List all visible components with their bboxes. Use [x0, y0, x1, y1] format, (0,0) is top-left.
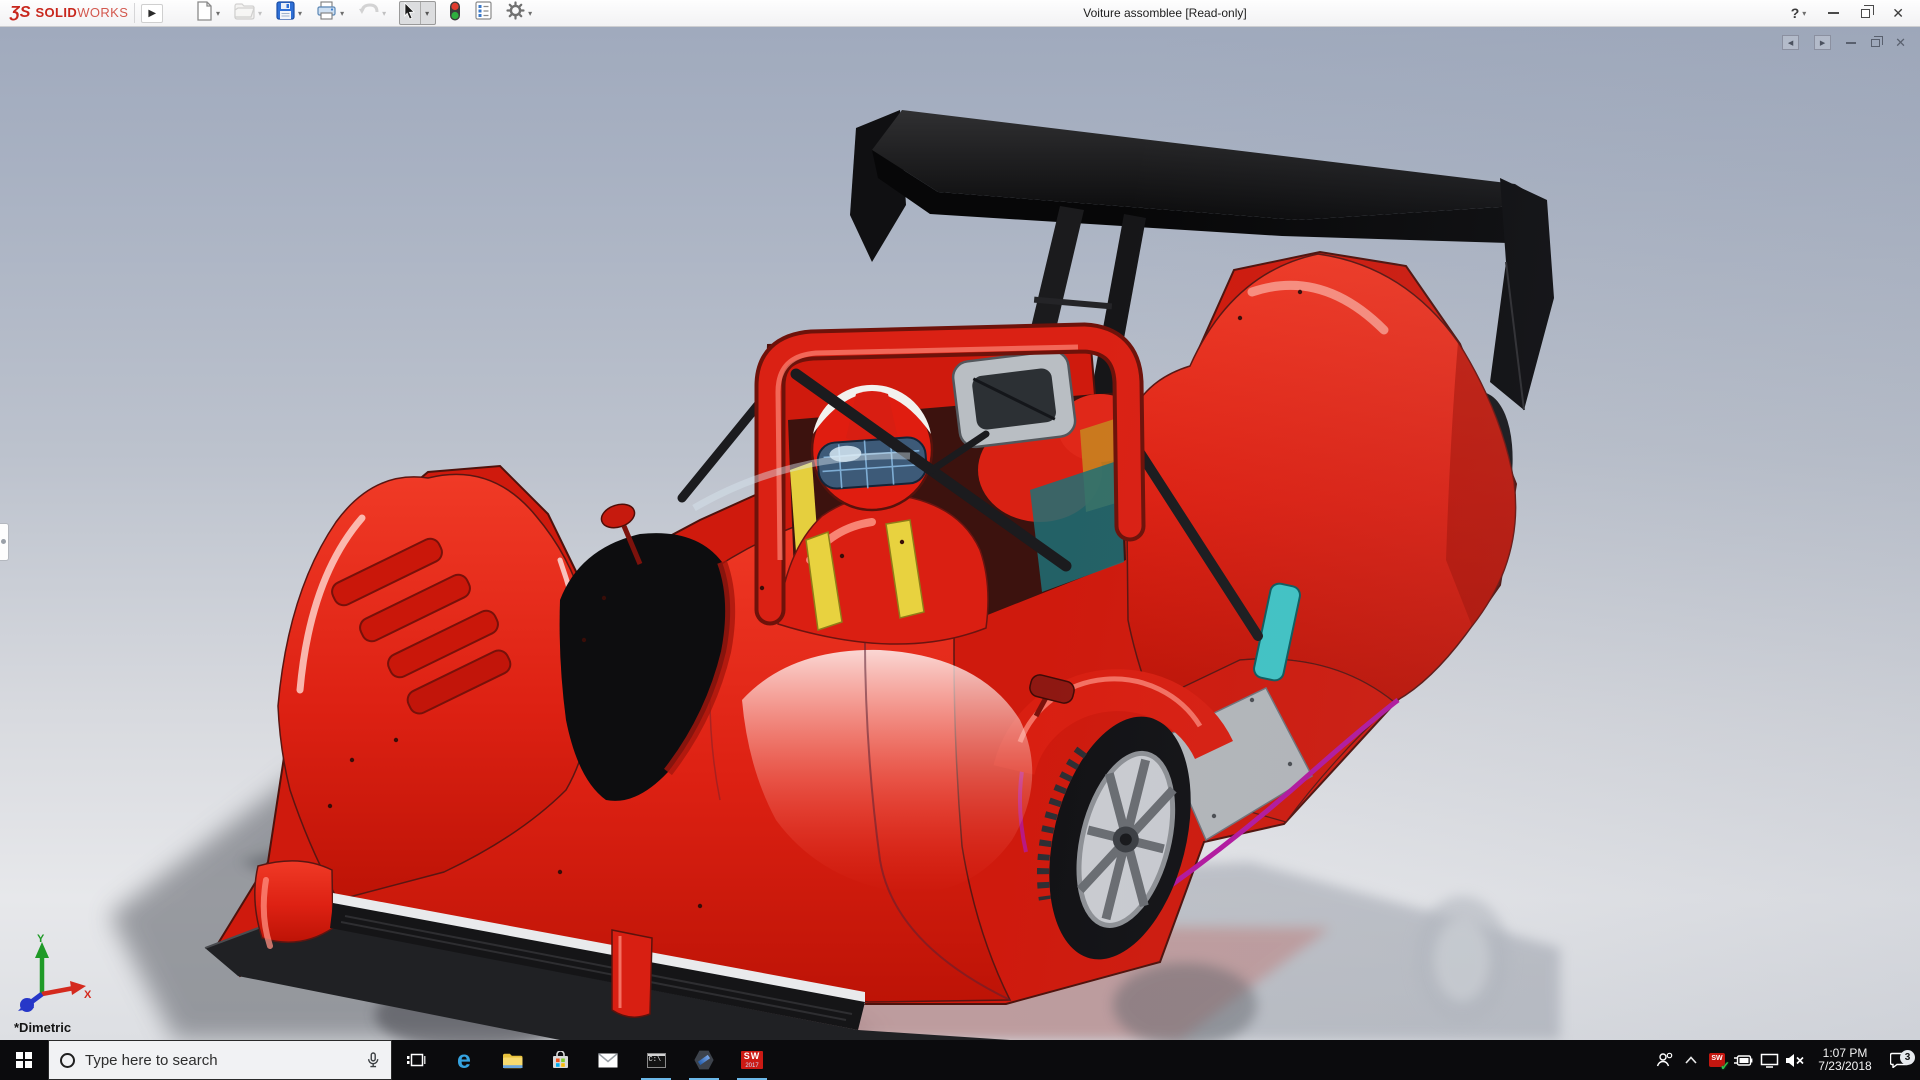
taskbar-item-command-prompt[interactable]: C:\	[632, 1040, 680, 1080]
solidworks-2017-icon: SW 2017	[741, 1051, 763, 1069]
undo-button[interactable]: ▾	[355, 1, 389, 25]
document-restore-button[interactable]	[1871, 39, 1880, 47]
collapse-pane-left-button[interactable]: ◀	[1782, 35, 1799, 50]
cortana-icon	[60, 1053, 75, 1068]
taskbar-item-solidworks-2017[interactable]: SW 2017	[728, 1040, 776, 1080]
show-hidden-icons-button[interactable]	[1678, 1056, 1704, 1064]
windows-taskbar: e C:\ SW 2017	[0, 1040, 1920, 1080]
window-controls: ? ▾ ✕	[1791, 5, 1904, 21]
panel-collapse-tab[interactable]	[0, 523, 9, 561]
search-input[interactable]	[85, 1052, 356, 1069]
hexagon-3d-app-icon	[694, 1050, 714, 1070]
minimize-button[interactable]	[1828, 12, 1839, 14]
dassault-logo-icon: ƷS	[10, 4, 30, 22]
people-button[interactable]	[1652, 1052, 1678, 1068]
mail-icon	[598, 1053, 618, 1068]
clock-date: 7/23/2018	[1808, 1060, 1882, 1073]
taskbar-item-task-view[interactable]	[392, 1040, 440, 1080]
options-button[interactable]: ▾	[503, 1, 535, 25]
file-properties-button[interactable]	[472, 1, 495, 25]
new-document-icon	[196, 1, 213, 26]
microphone-icon[interactable]	[366, 1051, 380, 1069]
document-close-button[interactable]: ✕	[1895, 36, 1906, 49]
open-folder-icon	[234, 2, 255, 25]
taskbar-item-hexagon-3d-app[interactable]	[680, 1040, 728, 1080]
traffic-light-icon	[449, 1, 461, 26]
graphics-viewport[interactable]: ◀ ▶ ✕ Y X *Dimetric	[0, 27, 1920, 1040]
file-properties-icon	[475, 1, 492, 25]
printer-icon	[316, 1, 337, 25]
air-intake[interactable]	[951, 349, 1077, 448]
y-axis-label: Y	[37, 933, 45, 945]
rebuild-button[interactable]	[446, 1, 464, 25]
chevron-up-icon	[1685, 1056, 1697, 1064]
collapse-pane-right-button[interactable]: ▶	[1814, 35, 1831, 50]
store-icon	[551, 1051, 570, 1070]
taskbar-item-edge[interactable]: e	[440, 1040, 488, 1080]
select-tool-button[interactable]: ▾	[399, 1, 436, 25]
start-button[interactable]	[0, 1040, 48, 1080]
title-bar: ƷS SOLIDWORKS ▶ ▾ ▾ ▾ ▾ ▾	[0, 0, 1920, 27]
menu-flyout-button[interactable]: ▶	[141, 4, 163, 23]
action-center-button[interactable]: 3	[1882, 1052, 1916, 1068]
edge-icon: e	[457, 1048, 471, 1073]
save-button[interactable]: ▾	[273, 1, 305, 25]
x-axis-label: X	[84, 989, 92, 1001]
restore-button[interactable]	[1861, 9, 1870, 18]
solidworks-logo: ƷS SOLIDWORKS	[10, 4, 128, 22]
document-window-controls: ◀ ▶ ✕	[1782, 35, 1906, 50]
document-minimize-button[interactable]	[1846, 42, 1856, 44]
taskbar-item-file-explorer[interactable]	[488, 1040, 536, 1080]
solidworks-tray-button[interactable]: SW ✓	[1704, 1053, 1730, 1067]
taskbar-search[interactable]	[48, 1040, 392, 1080]
print-button[interactable]: ▾	[313, 1, 347, 25]
power-button[interactable]	[1730, 1054, 1756, 1067]
rear-fender[interactable]	[1126, 254, 1516, 702]
file-explorer-icon	[502, 1052, 523, 1069]
windows-logo-icon	[16, 1052, 32, 1068]
taskbar-item-mail[interactable]	[584, 1040, 632, 1080]
volume-button[interactable]	[1782, 1053, 1808, 1068]
open-button[interactable]: ▾	[231, 1, 265, 25]
help-icon: ?	[1791, 5, 1800, 21]
window-title: Voiture assomblee [Read-only]	[1083, 6, 1246, 20]
network-button[interactable]	[1756, 1053, 1782, 1068]
help-button[interactable]: ? ▾	[1791, 5, 1807, 21]
network-icon	[1760, 1053, 1779, 1068]
race-car-model[interactable]	[0, 27, 1920, 1040]
save-floppy-icon	[276, 1, 295, 25]
undo-arrow-icon	[358, 2, 379, 25]
speaker-muted-icon	[1785, 1053, 1805, 1068]
solidworks-resource-monitor-icon: SW ✓	[1709, 1053, 1725, 1067]
select-dropdown[interactable]: ▾	[420, 2, 433, 24]
system-tray: SW ✓ 1:07 PM 7/23/2	[1652, 1040, 1920, 1080]
taskbar-clock[interactable]: 1:07 PM 7/23/2018	[1808, 1047, 1882, 1073]
command-prompt-icon: C:\	[647, 1053, 666, 1068]
gear-icon	[506, 1, 525, 25]
people-icon	[1656, 1052, 1674, 1068]
close-button[interactable]: ✕	[1892, 6, 1904, 20]
task-view-icon	[406, 1051, 426, 1069]
orientation-triad: Y X	[16, 932, 92, 1012]
taskbar-item-store[interactable]	[536, 1040, 584, 1080]
select-cursor-icon	[402, 2, 417, 25]
quick-access-toolbar: ▾ ▾ ▾ ▾ ▾ ▾	[189, 1, 539, 25]
battery-icon	[1733, 1054, 1753, 1067]
new-document-button[interactable]: ▾	[193, 1, 223, 25]
separator	[134, 3, 135, 23]
view-orientation-label: *Dimetric	[14, 1020, 71, 1035]
notification-badge: 3	[1900, 1050, 1915, 1065]
